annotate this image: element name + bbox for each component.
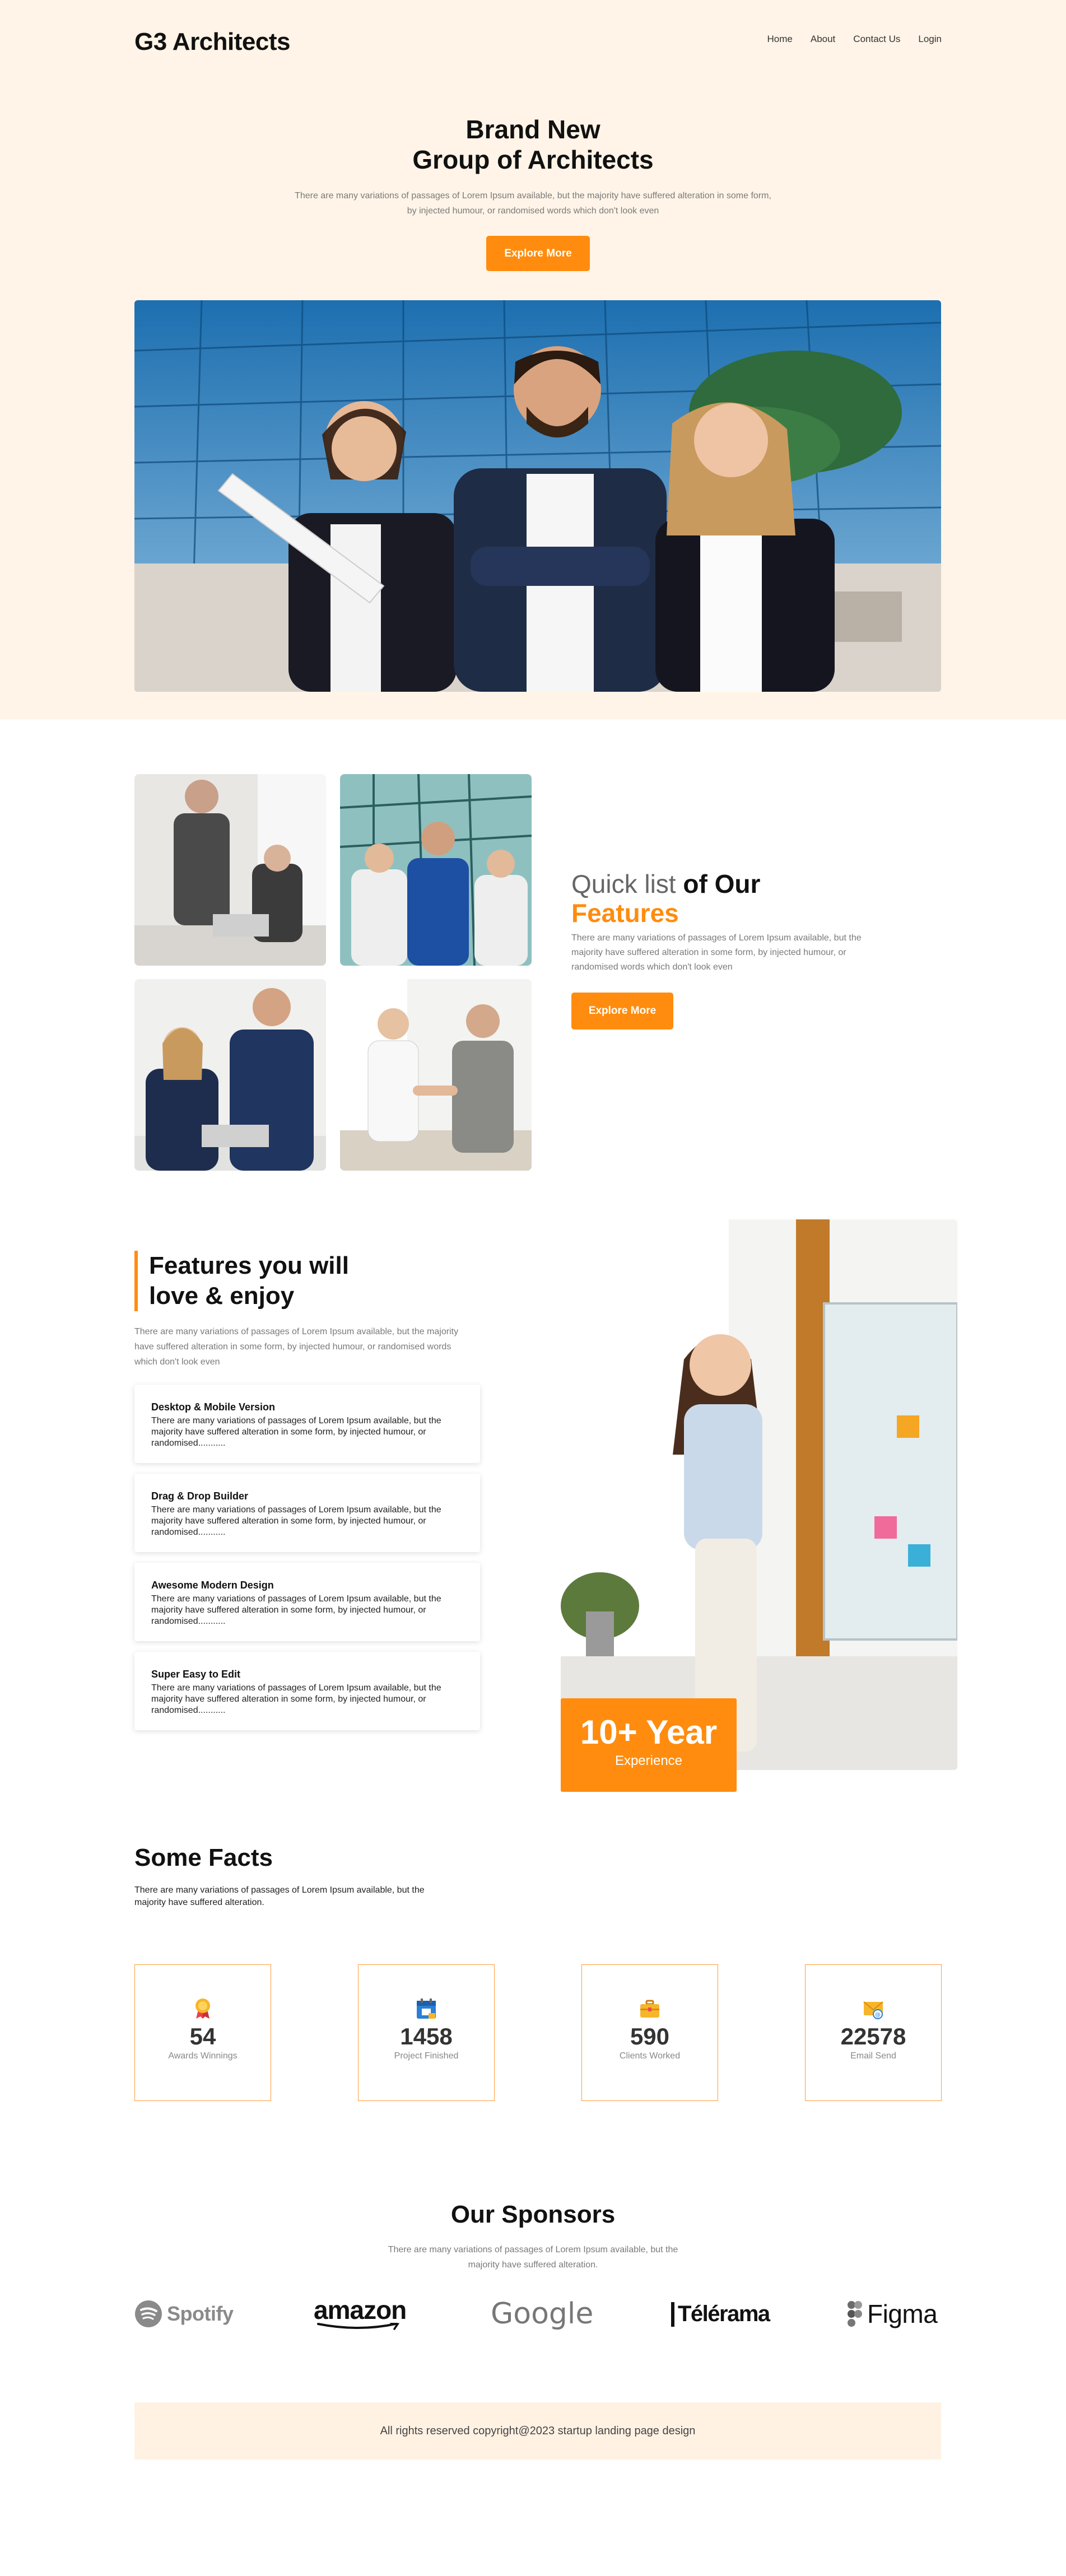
svg-text:@: @ [875, 2012, 881, 2018]
handshake-photo [340, 979, 532, 1171]
nav-login[interactable]: Login [918, 34, 942, 45]
feature-card-desktop-mobile[interactable]: Desktop & Mobile Version There are many … [134, 1385, 480, 1463]
facts-title: Some Facts [134, 1844, 273, 1871]
figma-icon [848, 2301, 862, 2327]
site-logo[interactable]: G3 Architects [134, 28, 290, 56]
quick-list-title: Quick list of Our Features [571, 869, 760, 928]
footer-copyright: All rights reserved copyright@2023 start… [380, 2424, 696, 2437]
fact-clients: 590 Clients Worked [581, 1964, 718, 2101]
feature-card-easy-edit[interactable]: Super Easy to Edit There are many variat… [134, 1652, 480, 1730]
fact-number: 590 [630, 2023, 670, 2049]
sponsor-name: Spotify [167, 2302, 234, 2325]
feature-card-modern-design[interactable]: Awesome Modern Design There are many var… [134, 1563, 480, 1641]
quick-list-title-part1: Quick list [571, 869, 683, 898]
fact-projects: 1458 Project Finished [358, 1964, 495, 2101]
facts-subtitle: There are many variations of passages of… [134, 1885, 425, 1907]
hero-title: Brand New Group of Architects [0, 114, 1066, 175]
feature-card-text: There are many variations of passages of… [151, 1505, 441, 1537]
features-title-line2: love & enjoy [149, 1282, 295, 1310]
sponsor-logo-spotify[interactable]: Spotify [134, 2296, 234, 2331]
quick-list-explore-button[interactable]: Explore More [571, 993, 673, 1030]
quick-list-title-part3: Features [571, 898, 679, 928]
nav-contact-us[interactable]: Contact Us [853, 34, 900, 45]
sponsor-name: Google [491, 2297, 594, 2331]
calendar-icon [415, 1997, 437, 2020]
feature-card-title: Awesome Modern Design [151, 1580, 274, 1591]
experience-years: 10+ Year [580, 1713, 718, 1751]
feature-card-title: Drag & Drop Builder [151, 1490, 249, 1502]
sponsor-name: Télérama [678, 2301, 770, 2326]
sponsor-logo-figma[interactable]: Figma [847, 2296, 938, 2331]
quick-list-title-part2: of Our [683, 869, 761, 898]
hero-title-line1: Brand New [465, 115, 601, 144]
feature-card-drag-drop[interactable]: Drag & Drop Builder There are many varia… [134, 1474, 480, 1552]
nav-home[interactable]: Home [767, 34, 793, 45]
experience-badge: 10+ Year Experience [561, 1698, 737, 1792]
sponsors-subtitle: There are many variations of passages of… [388, 2245, 678, 2270]
fact-label: Awards Winnings [168, 2051, 238, 2061]
hero-explore-button[interactable]: Explore More [486, 236, 590, 271]
fact-label: Clients Worked [619, 2051, 681, 2061]
spotify-icon [135, 2300, 162, 2327]
features-title-line1: Features you will [149, 1252, 349, 1279]
fact-label: Email Send [850, 2051, 896, 2061]
award-icon [192, 1997, 214, 2020]
sponsor-logo-telerama[interactable]: Télérama [670, 2296, 770, 2331]
woman-office-photo [561, 1219, 957, 1770]
office-meeting-photo [134, 774, 326, 966]
nav-about[interactable]: About [811, 34, 835, 45]
feature-card-title: Super Easy to Edit [151, 1669, 241, 1680]
hero-subtitle: There are many variations of passages of… [295, 191, 771, 216]
briefcase-icon [639, 1997, 661, 2020]
sponsor-name: Figma [867, 2299, 938, 2328]
footer: All rights reserved copyright@2023 start… [134, 2402, 941, 2459]
email-icon: @ [862, 1997, 885, 2020]
fact-number: 54 [189, 2023, 216, 2049]
features-subtitle: There are many variations of passages of… [134, 1327, 459, 1367]
hero-team-photo [134, 300, 941, 692]
fact-awards: 54 Awards Winnings [134, 1964, 271, 2101]
experience-label: Experience [615, 1753, 683, 1768]
hero-section: G3 Architects Home About Contact Us Logi… [0, 0, 1066, 719]
features-title: Features you will love & enjoy [149, 1251, 349, 1311]
feature-card-text: There are many variations of passages of… [151, 1416, 441, 1448]
fact-emails: @ 22578 Email Send [805, 1964, 942, 2101]
fact-label: Project Finished [394, 2051, 459, 2061]
fact-number: 1458 [400, 2023, 453, 2049]
hero-title-line2: Group of Architects [412, 145, 654, 174]
amazon-smile-icon [317, 2323, 399, 2330]
feature-card-text: There are many variations of passages of… [151, 1683, 441, 1715]
sponsor-name: amazon [314, 2295, 407, 2325]
sponsor-logo-google[interactable]: Google [491, 2296, 593, 2331]
feature-card-text: There are many variations of passages of… [151, 1594, 441, 1626]
laptop-discussion-photo [134, 979, 326, 1171]
quick-list-subtitle: There are many variations of passages of… [571, 933, 862, 972]
features-accent-bar [134, 1251, 138, 1311]
sponsor-logo-amazon[interactable]: amazon [314, 2295, 407, 2331]
telerama-mark-icon [671, 2302, 674, 2327]
team-building-photo [340, 774, 532, 966]
fact-number: 22578 [840, 2023, 906, 2049]
sponsors-title: Our Sponsors [450, 2201, 616, 2228]
main-nav: Home About Contact Us Login [767, 34, 942, 45]
feature-card-title: Desktop & Mobile Version [151, 1401, 276, 1413]
